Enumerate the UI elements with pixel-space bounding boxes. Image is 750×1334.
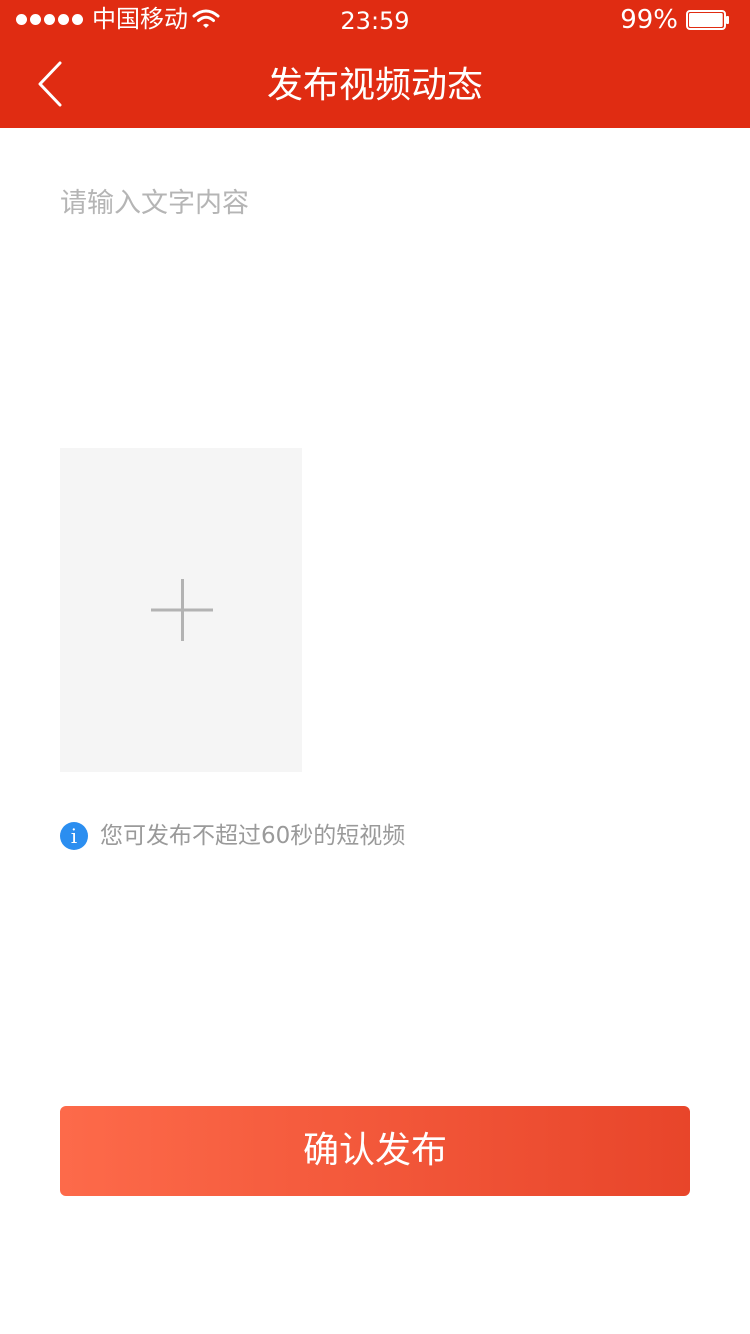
app-header: 中国移动 23:59 99% 发布视频动态	[0, 0, 750, 128]
plus-icon	[151, 579, 213, 641]
info-icon: i	[60, 822, 88, 850]
video-upload-button[interactable]	[60, 448, 302, 772]
navigation-bar: 发布视频动态	[0, 40, 750, 128]
confirm-publish-button[interactable]: 确认发布	[60, 1106, 690, 1196]
battery-icon	[686, 10, 729, 30]
status-bar: 中国移动 23:59 99%	[0, 0, 750, 40]
page-title: 发布视频动态	[266, 65, 483, 106]
battery-percent: 99%	[620, 5, 678, 35]
tip-text: 您可发布不超过60秒的短视频	[100, 823, 406, 849]
video-length-tip: i 您可发布不超过60秒的短视频	[60, 820, 405, 852]
text-content-input[interactable]	[60, 180, 690, 400]
